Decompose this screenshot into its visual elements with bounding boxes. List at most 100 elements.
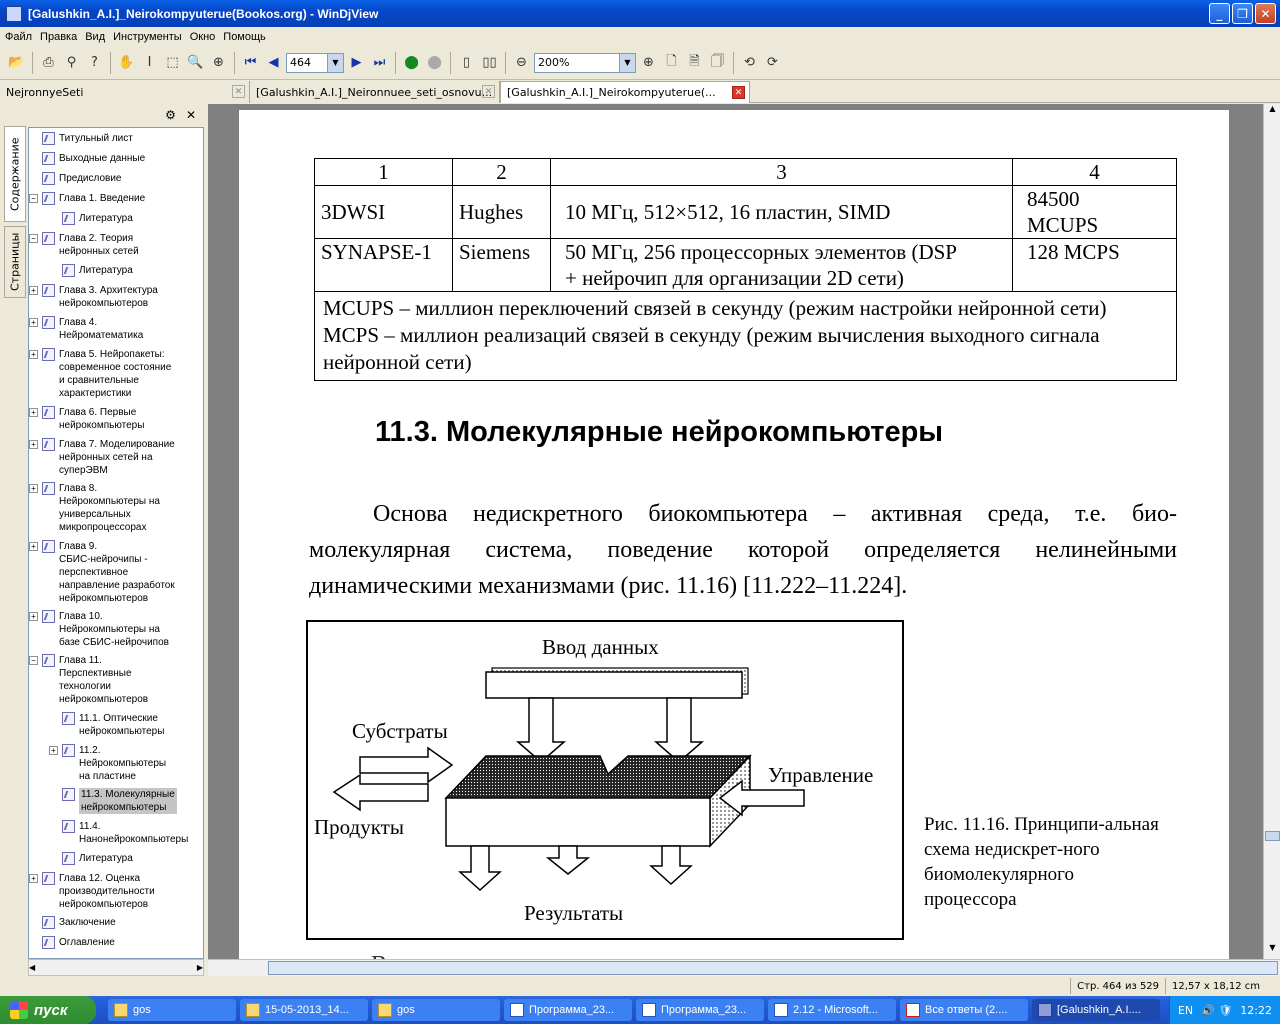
menu-edit[interactable]: Правка [37,31,80,43]
tree-item[interactable]: Заключение [29,916,116,929]
chevron-down-icon[interactable]: ▼ [327,53,343,72]
taskbar-item[interactable]: 15-05-2013_14... [240,999,368,1021]
collapse-icon[interactable]: − [29,194,38,203]
tree-item[interactable]: + Глава 9. СБИС-нейрочипы - перспективное… [29,540,175,605]
tree-item[interactable]: + Глава 12. Оценка производительности ней… [29,872,155,911]
settings-icon[interactable]: ⚙ [165,108,176,122]
close-tab-icon[interactable]: ✕ [482,85,495,98]
horizontal-scrollbar[interactable] [208,959,1280,976]
tree-item[interactable]: Литература [49,852,133,865]
rotate-left-icon[interactable]: ⟲ [739,52,760,73]
tab-pages[interactable]: Страницы [4,226,26,298]
magnify-icon[interactable]: ⊕ [208,52,229,73]
expand-icon[interactable]: + [29,318,38,327]
fit-width-icon[interactable]: 🗎 [684,52,705,73]
find-icon[interactable]: ⚲ [61,52,82,73]
tree-item[interactable]: + Глава 6. Первые нейрокомпьютеры [29,406,144,432]
taskbar-item[interactable]: [Galushkin_A.I.... [1032,999,1160,1021]
taskbar-item[interactable]: gos [108,999,236,1021]
close-button[interactable]: ✕ [1255,3,1276,24]
resize-grip-icon[interactable] [1266,978,1280,994]
tree-item[interactable]: Предисловие [29,172,121,185]
tab-contents[interactable]: Содержание [4,126,26,222]
rect-select-icon[interactable]: ⬚ [162,52,183,73]
zoom-in-icon[interactable]: ⊕ [638,52,659,73]
page-number-select[interactable]: 464 ▼ [286,52,344,73]
tree-item[interactable]: + Глава 5. Нейропакеты: современное состо… [29,348,171,400]
tree-item[interactable]: 11.4. Нанонейрокомпьютеры [49,820,188,846]
two-pages-icon[interactable]: ▯▯ [479,52,500,73]
text-select-icon[interactable]: I [139,52,160,73]
menu-file[interactable]: Файл [2,31,35,43]
tree-item[interactable]: +11.2. Нейрокомпьютеры на пластине [49,744,166,783]
scroll-right-icon[interactable]: ▶ [197,963,203,972]
single-page-icon[interactable]: ▯ [456,52,477,73]
maximize-button[interactable]: ❐ [1232,3,1253,24]
expand-icon[interactable]: + [29,286,38,295]
close-tab-icon[interactable]: ✕ [232,85,245,98]
taskbar-item[interactable]: Программа_23... [504,999,632,1021]
fit-page-icon[interactable]: 🗋 [661,52,682,73]
menu-help[interactable]: Помощь [220,31,269,43]
taskbar-item[interactable]: 2.12 - Microsoft... [768,999,896,1021]
menu-tools[interactable]: Инструменты [110,31,185,43]
actual-size-icon[interactable]: 🗍 [707,52,728,73]
tree-item[interactable]: Оглавление [29,936,115,949]
scroll-up-icon[interactable]: ▲ [1265,104,1280,120]
back-icon[interactable]: ⬤ [401,52,422,73]
print-icon[interactable]: ⎙ [38,52,59,73]
scroll-down-icon[interactable]: ▼ [1265,943,1280,959]
tree-item[interactable]: + Глава 10. Нейрокомпьютеры на базе СБИС-… [29,610,169,649]
zoom-select[interactable]: 200% ▼ [534,52,636,73]
start-button[interactable]: пуск [0,996,96,1024]
menu-window[interactable]: Окно [187,31,219,43]
prev-page-icon[interactable]: ◀ [263,52,284,73]
tree-item[interactable]: Выходные данные [29,152,145,165]
tree-item[interactable]: 11.1. Оптические нейрокомпьютеры [49,712,164,738]
tab-neironnuee-seti[interactable]: [Galushkin_A.I.]_Neironnuee_seti_osnovu.… [250,81,500,103]
tree-item[interactable]: Литература [49,264,133,277]
tree-item[interactable]: Титульный лист [29,132,133,145]
tree-item[interactable]: + Глава 7. Моделирование нейронных сетей … [29,438,175,477]
tab-neirokompyuterue[interactable]: [Galushkin_A.I.]_Neirokompyuterue(... ✕ [500,81,750,103]
zoom-tool-icon[interactable]: 🔍 [185,52,206,73]
expand-icon[interactable]: + [49,746,58,755]
tree-horizontal-scrollbar[interactable]: ◀ ▶ [28,959,204,976]
open-icon[interactable]: 📂 [6,52,27,73]
expand-icon[interactable]: + [29,874,38,883]
tree-item[interactable]: − Глава 2. Теория нейронных сетей [29,232,139,258]
menu-view[interactable]: Вид [82,31,108,43]
next-page-icon[interactable]: ▶ [346,52,367,73]
taskbar-item[interactable]: Программа_23... [636,999,764,1021]
scroll-thumb[interactable] [1265,831,1280,841]
help-icon[interactable]: ? [84,52,105,73]
expand-icon[interactable]: + [29,350,38,359]
expand-icon[interactable]: + [29,408,38,417]
minimize-button[interactable]: _ [1209,3,1230,24]
vertical-scrollbar[interactable]: ▲ ▼ [1263,104,1280,959]
expand-icon[interactable]: + [29,484,38,493]
document-viewer[interactable]: 1 2 3 4 3DWSI Hughes 10 МГц, 512×512, 16… [208,104,1263,959]
collapse-icon[interactable]: − [29,234,38,243]
tree-item[interactable]: 11.3. Молекулярные нейрокомпьютеры [49,788,177,814]
tree-item[interactable]: − Глава 11. Перспективные технологии нейр… [29,654,148,706]
expand-icon[interactable]: + [29,542,38,551]
tree-item[interactable]: + Глава 8. Нейрокомпьютеры на универсальн… [29,482,160,534]
scroll-thumb[interactable] [268,961,1278,975]
taskbar-item[interactable]: Все ответы (2.... [900,999,1028,1021]
close-tab-icon[interactable]: ✕ [732,86,745,99]
tree-item[interactable]: − Глава 1. Введение [29,192,145,205]
taskbar-item[interactable]: gos [372,999,500,1021]
first-page-icon[interactable]: ⏮ [240,52,261,73]
tree-item[interactable]: + Глава 4. Нейроматематика [29,316,143,342]
zoom-out-icon[interactable]: ⊖ [511,52,532,73]
expand-icon[interactable]: + [29,612,38,621]
scroll-left-icon[interactable]: ◀ [29,963,35,972]
hand-tool-icon[interactable]: ✋ [116,52,137,73]
collapse-icon[interactable]: − [29,656,38,665]
tab-nejronnyeseti[interactable]: NejronnyeSeti ✕ [0,81,250,103]
tree-item[interactable]: Литература [49,212,133,225]
close-panel-icon[interactable]: ✕ [186,108,196,122]
last-page-icon[interactable]: ⏭ [369,52,390,73]
forward-icon[interactable]: ⬤ [424,52,445,73]
